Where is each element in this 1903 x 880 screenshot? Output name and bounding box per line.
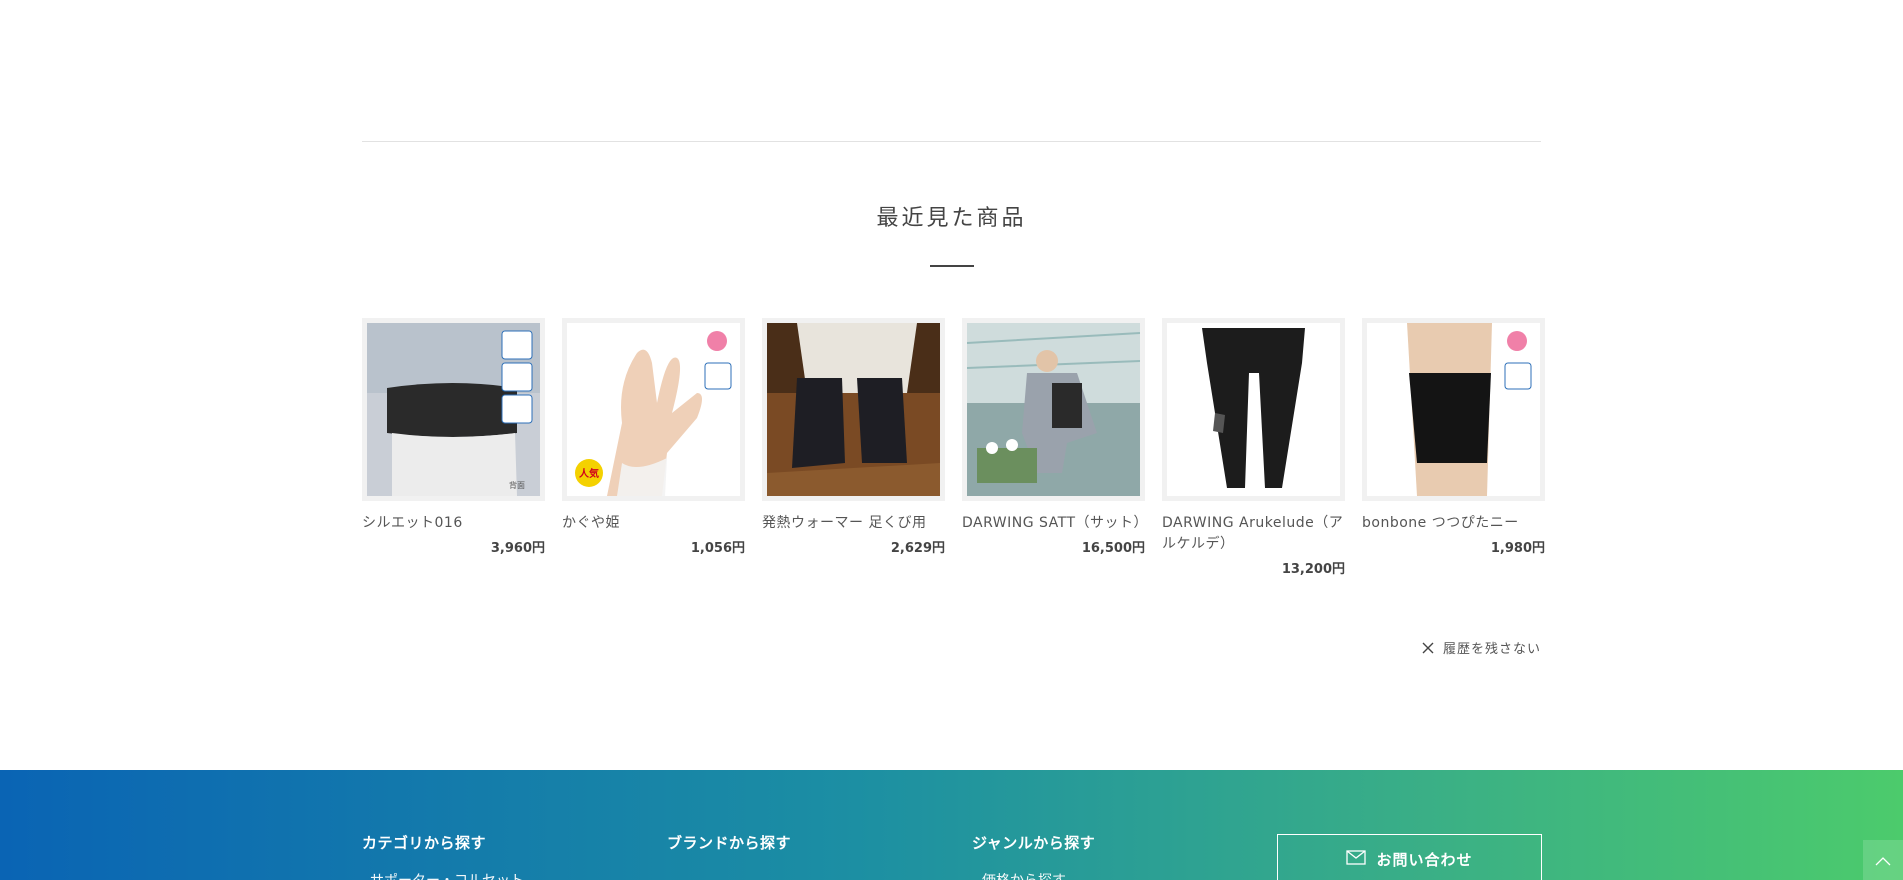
product-name[interactable]: DARWING Arukelude（アルケルデ）	[1162, 513, 1345, 555]
section-divider	[362, 141, 1541, 142]
product-image[interactable]: 人気	[562, 318, 745, 501]
recent-products-title: 最近見た商品	[876, 206, 1027, 231]
product-name[interactable]: シルエット016	[362, 513, 545, 534]
product-card[interactable]: bonbone つつぴたニー 1,980円	[1362, 318, 1545, 577]
product-name[interactable]: 発熱ウォーマー 足くび用	[762, 513, 945, 534]
popular-badge: 人気	[579, 467, 599, 480]
product-name[interactable]: かぐや姫	[562, 513, 745, 534]
product-card[interactable]: 背面 シルエット016 3,960円	[362, 318, 545, 577]
page-top-button[interactable]	[1863, 840, 1903, 880]
product-image[interactable]	[762, 318, 945, 501]
product-card[interactable]: DARWING Arukelude（アルケルデ） 13,200円	[1162, 318, 1345, 577]
product-name[interactable]: DARWING SATT（サット）	[962, 513, 1148, 534]
footer-brand-title: ブランドから探す	[667, 834, 792, 852]
product-image[interactable]	[962, 318, 1145, 501]
svg-text:背面: 背面	[509, 480, 525, 490]
product-price: 1,980円	[1490, 541, 1545, 556]
footer-category-title: カテゴリから探す	[362, 834, 487, 852]
site-footer: カテゴリから探す サポーター・コルセット ブランドから探す ジャンルから探す 価…	[0, 770, 1903, 880]
mail-icon	[1346, 849, 1367, 869]
footer-genre-link[interactable]: 価格から探す	[982, 870, 1066, 880]
product-price: 3,960円	[490, 541, 545, 556]
recent-products-list: 背面 シルエット016 3,960円 人気 かぐや姫 1,056円 発熱ウォーマ…	[362, 318, 1545, 577]
chevron-up-icon	[1875, 851, 1891, 870]
no-history-button[interactable]: 履歴を残さない	[1421, 638, 1541, 657]
product-name[interactable]: bonbone つつぴたニー	[1362, 513, 1545, 534]
product-price: 2,629円	[890, 541, 945, 556]
contact-button[interactable]: お問い合わせ	[1277, 834, 1542, 880]
product-price: 16,500円	[1081, 541, 1145, 556]
product-image[interactable]	[1162, 318, 1345, 501]
contact-label: お問い合わせ	[1376, 850, 1473, 869]
product-image[interactable]	[1362, 318, 1545, 501]
footer-category-link[interactable]: サポーター・コルセット	[370, 870, 524, 880]
title-underline	[930, 265, 974, 267]
product-card[interactable]: 人気 かぐや姫 1,056円	[562, 318, 745, 577]
close-icon	[1421, 641, 1435, 655]
product-card[interactable]: 発熱ウォーマー 足くび用 2,629円	[762, 318, 945, 577]
product-price: 1,056円	[690, 541, 745, 556]
product-card[interactable]: DARWING SATT（サット） 16,500円	[962, 318, 1148, 577]
product-image[interactable]: 背面	[362, 318, 545, 501]
product-price: 13,200円	[1281, 562, 1345, 577]
no-history-label: 履歴を残さない	[1442, 642, 1541, 657]
footer-genre-title: ジャンルから探す	[972, 834, 1096, 852]
